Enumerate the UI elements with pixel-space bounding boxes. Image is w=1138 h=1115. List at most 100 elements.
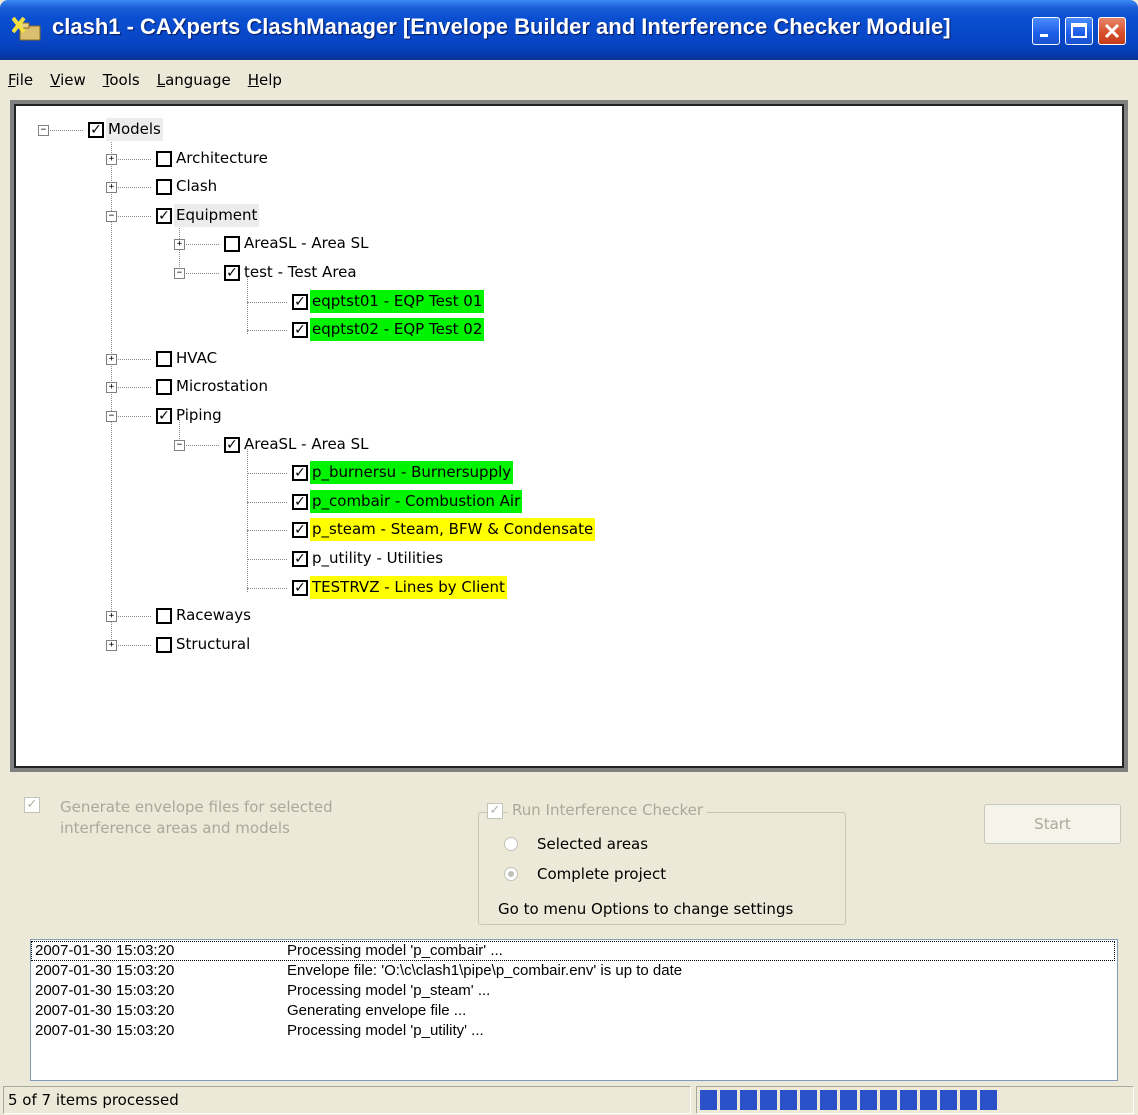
tree-node-label[interactable]: HVAC: [174, 347, 219, 370]
tree-connector: [179, 244, 219, 246]
tree-node-label[interactable]: p_burnersu - Burnersupply: [310, 461, 514, 485]
collapse-icon[interactable]: −: [106, 210, 117, 222]
tree-node-label[interactable]: test - Test Area: [242, 261, 359, 284]
tree-connector: [111, 416, 151, 417]
log-row[interactable]: 2007-01-30 15:03:20 Envelope file: 'O:\c\…: [31, 961, 1115, 981]
tree-checkbox[interactable]: ✓: [292, 522, 308, 539]
tree-checkbox[interactable]: [156, 608, 172, 625]
tree-checkbox[interactable]: [156, 636, 172, 653]
progress-segment: [800, 1090, 817, 1110]
progress-segment: [880, 1090, 897, 1110]
expand-icon[interactable]: +: [174, 239, 185, 251]
selected-areas-radio[interactable]: [504, 837, 518, 851]
expand-icon[interactable]: +: [106, 182, 117, 194]
run-checker-checkbox[interactable]: ✓: [487, 803, 503, 819]
expand-icon[interactable]: +: [106, 382, 117, 394]
tree-connector: [247, 501, 287, 503]
run-checker-label: Run Interference Checker: [508, 801, 708, 819]
tree-connector: [247, 473, 287, 475]
tree-node-label[interactable]: p_utility - Utilities: [310, 547, 445, 570]
tree-checkbox[interactable]: ✓: [292, 493, 308, 510]
tree-node-label[interactable]: Microstation: [174, 375, 270, 398]
tree-checkbox[interactable]: ✓: [292, 465, 308, 482]
tree-checkbox[interactable]: ✓: [292, 293, 308, 310]
app-icon: [12, 16, 41, 41]
expand-icon[interactable]: +: [106, 353, 117, 365]
minimize-icon: [1040, 34, 1048, 37]
maximize-button[interactable]: [1065, 17, 1093, 45]
menu-help[interactable]: Help: [248, 71, 282, 89]
log-time: 2007-01-30 15:03:20: [35, 1002, 175, 1019]
tree-node-label[interactable]: Architecture: [174, 147, 270, 170]
progress-segment: [940, 1090, 957, 1110]
progress-bar: [696, 1086, 1134, 1114]
tree-node-label[interactable]: eqptst01 - EQP Test 01: [310, 289, 485, 313]
log-message: Envelope file: 'O:\c\clash1\pipe\p_comba…: [287, 962, 683, 979]
collapse-icon[interactable]: −: [106, 411, 117, 422]
close-icon: [1104, 23, 1120, 39]
expand-icon[interactable]: +: [106, 639, 117, 651]
tree-node-label[interactable]: p_combair - Combustion Air: [310, 489, 523, 513]
log-message: Processing model 'p_combair' ...: [287, 942, 503, 959]
title-bar[interactable]: clash1 - CAXperts ClashManager [Envelope…: [0, 0, 1138, 60]
tree-checkbox[interactable]: ✓: [292, 579, 308, 596]
tree-checkbox[interactable]: [224, 236, 240, 253]
log-list[interactable]: 2007-01-30 15:03:20 Processing model 'p_c…: [30, 939, 1118, 1081]
log-row[interactable]: 2007-01-30 15:03:20 Generating envelope f…: [31, 1001, 1115, 1021]
log-row[interactable]: 2007-01-30 15:03:20 Processing model 'p_s…: [31, 981, 1115, 1001]
tree-node-label[interactable]: p_steam - Steam, BFW & Condensate: [310, 518, 596, 542]
tree-checkbox[interactable]: ✓: [88, 122, 104, 138]
tree-checkbox[interactable]: ✓: [156, 207, 172, 224]
tree-node-label[interactable]: eqptst02 - EQP Test 02: [310, 318, 485, 342]
complete-project-radio[interactable]: [504, 867, 518, 881]
maximize-icon: [1071, 23, 1087, 38]
tree-checkbox[interactable]: [156, 350, 172, 367]
log-message: Processing model 'p_steam' ...: [287, 982, 491, 999]
collapse-icon[interactable]: −: [38, 125, 49, 136]
tree-node-label[interactable]: Structural: [174, 633, 252, 656]
tree-node-label[interactable]: Equipment: [174, 203, 260, 227]
log-time: 2007-01-30 15:03:20: [35, 982, 175, 999]
tree-connector: [179, 273, 219, 274]
progress-segment: [960, 1090, 977, 1110]
menu-view[interactable]: View: [50, 71, 86, 89]
selected-areas-label: Selected areas: [537, 835, 649, 853]
tree-checkbox[interactable]: ✓: [224, 265, 240, 281]
expand-icon[interactable]: +: [106, 153, 117, 165]
collapse-icon[interactable]: −: [174, 439, 185, 451]
minimize-button[interactable]: [1032, 17, 1060, 45]
tree-node-label[interactable]: TESTRVZ - Lines by Client: [310, 575, 507, 599]
progress-segment: [840, 1090, 857, 1110]
tree-checkbox[interactable]: [156, 179, 172, 196]
progress-segment: [700, 1090, 717, 1110]
progress-segment: [780, 1090, 797, 1110]
close-button[interactable]: [1098, 17, 1126, 45]
generate-envelopes-checkbox[interactable]: ✓: [24, 797, 40, 813]
tree-checkbox[interactable]: [156, 150, 172, 167]
collapse-icon[interactable]: −: [174, 268, 185, 279]
tree-checkbox[interactable]: ✓: [156, 408, 172, 424]
tree-node-label[interactable]: Raceways: [174, 604, 253, 627]
tree-node-label[interactable]: Clash: [174, 175, 219, 198]
tree-connector: [111, 358, 151, 360]
tree-node-label[interactable]: AreaSL - Area SL: [242, 232, 371, 255]
tree-connector: [247, 587, 287, 589]
log-row[interactable]: 2007-01-30 15:03:20 Processing model 'p_u…: [31, 1021, 1115, 1041]
menu-language[interactable]: Language: [157, 71, 231, 89]
tree-node-label[interactable]: Models: [106, 118, 163, 141]
log-time: 2007-01-30 15:03:20: [35, 942, 175, 959]
model-tree[interactable]: − ✓ Models + Architecture + Clash − ✓ Equipment + A…: [14, 104, 1124, 768]
tree-node-label[interactable]: Piping: [174, 404, 224, 427]
tree-checkbox[interactable]: ✓: [292, 551, 308, 567]
tree-checkbox[interactable]: ✓: [224, 436, 240, 453]
tree-checkbox[interactable]: [156, 379, 172, 396]
tree-connector: [247, 330, 287, 332]
menu-file[interactable]: File: [8, 71, 33, 89]
tree-checkbox[interactable]: ✓: [292, 322, 308, 339]
log-row[interactable]: 2007-01-30 15:03:20 Processing model 'p_c…: [31, 941, 1115, 961]
tree-node-label[interactable]: AreaSL - Area SL: [242, 433, 371, 456]
expand-icon[interactable]: +: [106, 611, 117, 623]
start-button[interactable]: Start: [984, 804, 1121, 844]
menu-tools[interactable]: Tools: [103, 71, 140, 89]
tree-connector: [111, 187, 151, 189]
